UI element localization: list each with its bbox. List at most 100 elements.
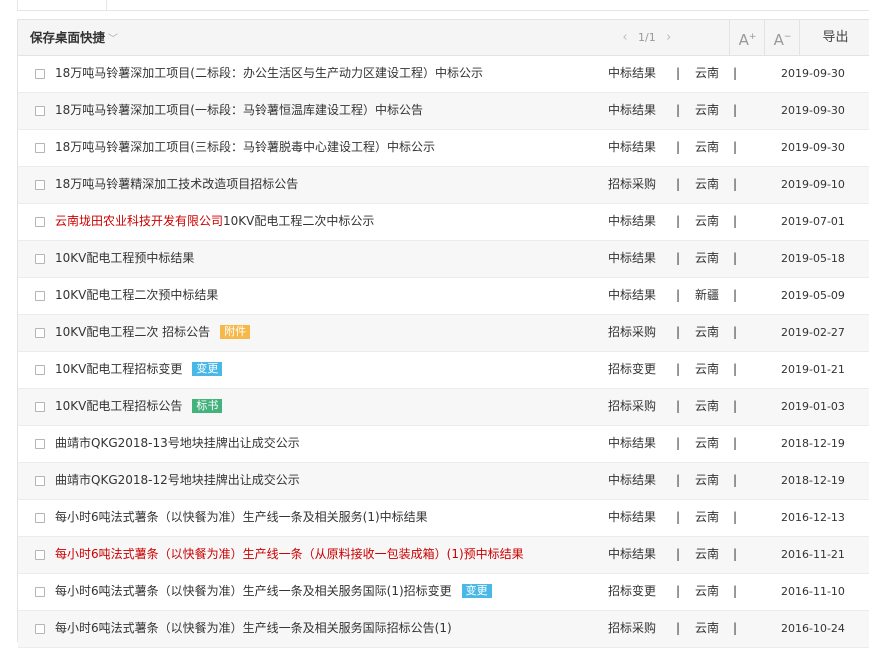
row-title-text: 每小时6吨法式薯条（以快餐为准）生产线一条及相关服务国际(1)招标变更 xyxy=(55,584,452,598)
toolbar: 保存桌面快捷 ﹀ ‹ 1/1 › A+ A− 导出 xyxy=(18,20,869,56)
row-category: 中标结果 xyxy=(608,66,657,80)
row-date: 2019-05-18 xyxy=(781,252,845,265)
row-title-link[interactable]: 10KV配电工程二次预中标结果 xyxy=(55,278,218,313)
status-badge: 标书 xyxy=(192,399,223,413)
font-increase-button[interactable]: A+ xyxy=(729,20,765,55)
row-checkbox[interactable] xyxy=(35,439,45,449)
list-item[interactable]: 10KV配电工程招标公告 标书 招标采购 | 云南 | 2019-01-03 xyxy=(18,389,869,426)
list-item[interactable]: 云南垅田农业科技开发有限公司10KV配电工程二次中标公示 中标结果 | 云南 | 2019… xyxy=(18,204,869,241)
row-checkbox[interactable] xyxy=(35,365,45,375)
row-date: 2019-09-30 xyxy=(781,67,845,80)
font-decrease-button[interactable]: A− xyxy=(764,20,800,55)
row-checkbox[interactable] xyxy=(35,624,45,634)
status-badge: 附件 xyxy=(220,325,251,339)
row-title-link[interactable]: 每小时6吨法式薯条（以快餐为准）生产线一条及相关服务(1)中标结果 xyxy=(55,500,428,535)
save-desktop-shortcut-button[interactable]: 保存桌面快捷 ﹀ xyxy=(18,20,130,55)
column-separator: | xyxy=(676,362,681,376)
row-title-text: 每小时6吨法式薯条（以快餐为准）生产线一条及相关服务(1)中标结果 xyxy=(55,510,428,524)
column-separator: | xyxy=(733,436,738,450)
row-checkbox[interactable] xyxy=(35,402,45,412)
row-checkbox[interactable] xyxy=(35,513,45,523)
row-checkbox[interactable] xyxy=(35,291,45,301)
row-region: 云南 xyxy=(695,325,720,339)
list-item[interactable]: 10KV配电工程二次预中标结果 中标结果 | 新疆 | 2019-05-09 xyxy=(18,278,869,315)
row-title-link[interactable]: 每小时6吨法式薯条（以快餐为准）生产线一条及相关服务国际(1)招标变更 变更 xyxy=(55,574,492,609)
highlighted-company: 云南垅田农业科技开发有限公司 xyxy=(55,214,224,228)
row-category: 中标结果 xyxy=(608,547,657,561)
list-item[interactable]: 每小时6吨法式薯条（以快餐为准）生产线一条及相关服务(1)中标结果 中标结果 | 云南… xyxy=(18,500,869,537)
row-region: 云南 xyxy=(695,399,720,413)
row-checkbox[interactable] xyxy=(35,217,45,227)
row-date: 2019-09-10 xyxy=(781,178,845,191)
result-list: 18万吨马铃薯深加工项目(二标段：办公生活区与生产动力区建设工程）中标公示中标结… xyxy=(18,56,869,648)
row-checkbox[interactable] xyxy=(35,254,45,264)
row-title-link[interactable]: 18万吨马铃薯深加工项目(一标段：马铃薯恒温库建设工程）中标公告 xyxy=(55,93,423,128)
column-separator: | xyxy=(676,325,681,339)
status-badge: 变更 xyxy=(192,362,223,376)
list-item[interactable]: 18万吨马铃薯深加工项目(三标段：马铃薯脱毒中心建设工程）中标公示 中标结果 | 云南… xyxy=(18,130,869,167)
list-item[interactable]: 曲靖市QKG2018-12号地块挂牌出让成交公示 中标结果 | 云南 | 2018-12-… xyxy=(18,463,869,500)
row-title-text: 曲靖市QKG2018-12号地块挂牌出让成交公示 xyxy=(55,473,300,487)
row-category: 中标结果 xyxy=(608,473,657,487)
font-increase-icon: A xyxy=(738,31,749,49)
row-title-link[interactable]: 曲靖市QKG2018-12号地块挂牌出让成交公示 xyxy=(55,463,300,498)
row-checkbox[interactable] xyxy=(35,328,45,338)
list-item[interactable]: 曲靖市QKG2018-13号地块挂牌出让成交公示 中标结果 | 云南 | 2018-12-… xyxy=(18,426,869,463)
row-category: 招标采购 xyxy=(608,325,657,339)
row-category: 招标采购 xyxy=(608,399,657,413)
list-item[interactable]: 每小时6吨法式薯条（以快餐为准）生产线一条（从原料接收一包装成箱）(1)预中标结… xyxy=(18,537,869,574)
column-separator: | xyxy=(676,140,681,154)
row-title-text: 18万吨马铃薯深加工项目(一标段：马铃薯恒温库建设工程）中标公告 xyxy=(55,103,423,117)
row-checkbox[interactable] xyxy=(35,143,45,153)
column-separator: | xyxy=(733,584,738,598)
column-separator: | xyxy=(733,510,738,524)
row-category: 中标结果 xyxy=(608,103,657,117)
prev-page-icon[interactable]: ‹ xyxy=(618,20,632,55)
row-title-link[interactable]: 18万吨马铃薯深加工项目(二标段：办公生活区与生产动力区建设工程）中标公示 xyxy=(55,56,483,91)
row-title-link[interactable]: 10KV配电工程招标公告 标书 xyxy=(55,389,223,424)
row-title-link[interactable]: 曲靖市QKG2018-13号地块挂牌出让成交公示 xyxy=(55,426,300,461)
list-item[interactable]: 10KV配电工程预中标结果 中标结果 | 云南 | 2019-05-18 xyxy=(18,241,869,278)
list-item[interactable]: 18万吨马铃薯深加工项目(二标段：办公生活区与生产动力区建设工程）中标公示 中标结… xyxy=(18,56,869,93)
chevron-down-icon: ﹀ xyxy=(108,34,119,45)
column-separator: | xyxy=(676,473,681,487)
list-item[interactable]: 10KV配电工程二次 招标公告 附件 招标采购 | 云南 | 2019-02-27 xyxy=(18,315,869,352)
row-title-text: 10KV配电工程预中标结果 xyxy=(55,251,195,265)
row-title-link[interactable]: 18万吨马铃薯深加工项目(三标段：马铃薯脱毒中心建设工程）中标公示 xyxy=(55,130,435,165)
column-separator: | xyxy=(676,251,681,265)
minus-icon: − xyxy=(783,32,792,42)
row-region: 云南 xyxy=(695,473,720,487)
column-separator: | xyxy=(676,584,681,598)
list-item[interactable]: 18万吨马铃薯深加工项目(一标段：马铃薯恒温库建设工程）中标公告 中标结果 | 云南 |… xyxy=(18,93,869,130)
row-checkbox[interactable] xyxy=(35,69,45,79)
list-item[interactable]: 每小时6吨法式薯条（以快餐为准）生产线一条及相关服务国际(1)招标变更 变更 招标变… xyxy=(18,574,869,611)
row-title-text: 18万吨马铃薯深加工项目(二标段：办公生活区与生产动力区建设工程）中标公示 xyxy=(55,66,483,80)
row-checkbox[interactable] xyxy=(35,180,45,190)
column-separator: | xyxy=(733,214,738,228)
row-date: 2019-02-27 xyxy=(781,326,845,339)
row-title-link[interactable]: 10KV配电工程招标变更 变更 xyxy=(55,352,223,387)
row-checkbox[interactable] xyxy=(35,550,45,560)
column-separator: | xyxy=(676,288,681,302)
list-item[interactable]: 18万吨马铃薯精深加工技术改造项目招标公告 招标采购 | 云南 | 2019-09-10 xyxy=(18,167,869,204)
list-item[interactable]: 10KV配电工程招标变更 变更 招标变更 | 云南 | 2019-01-21 xyxy=(18,352,869,389)
page-indicator: 1/1 xyxy=(638,31,656,44)
row-title-link[interactable]: 云南垅田农业科技开发有限公司10KV配电工程二次中标公示 xyxy=(55,204,374,239)
row-title-link[interactable]: 18万吨马铃薯精深加工技术改造项目招标公告 xyxy=(55,167,298,202)
row-date: 2019-01-03 xyxy=(781,400,845,413)
row-title-link[interactable]: 10KV配电工程二次 招标公告 附件 xyxy=(55,315,251,350)
row-title-link[interactable]: 每小时6吨法式薯条（以快餐为准）生产线一条（从原料接收一包装成箱）(1)预中标结… xyxy=(55,537,524,572)
export-button[interactable]: 导出 xyxy=(799,20,869,55)
row-checkbox[interactable] xyxy=(35,587,45,597)
row-date: 2018-12-19 xyxy=(781,437,845,450)
next-page-icon[interactable]: › xyxy=(662,20,676,55)
row-region: 云南 xyxy=(695,251,720,265)
list-item[interactable]: 每小时6吨法式薯条（以快餐为准）生产线一条及相关服务国际招标公告(1) 招标采购 |… xyxy=(18,611,869,648)
row-checkbox[interactable] xyxy=(35,106,45,116)
row-title-text: 每小时6吨法式薯条（以快餐为准）生产线一条及相关服务国际招标公告(1) xyxy=(55,621,452,635)
row-title-link[interactable]: 10KV配电工程预中标结果 xyxy=(55,241,194,276)
row-date: 2019-09-30 xyxy=(781,141,845,154)
column-separator: | xyxy=(733,325,738,339)
row-checkbox[interactable] xyxy=(35,476,45,486)
row-date: 2019-05-09 xyxy=(781,289,845,302)
